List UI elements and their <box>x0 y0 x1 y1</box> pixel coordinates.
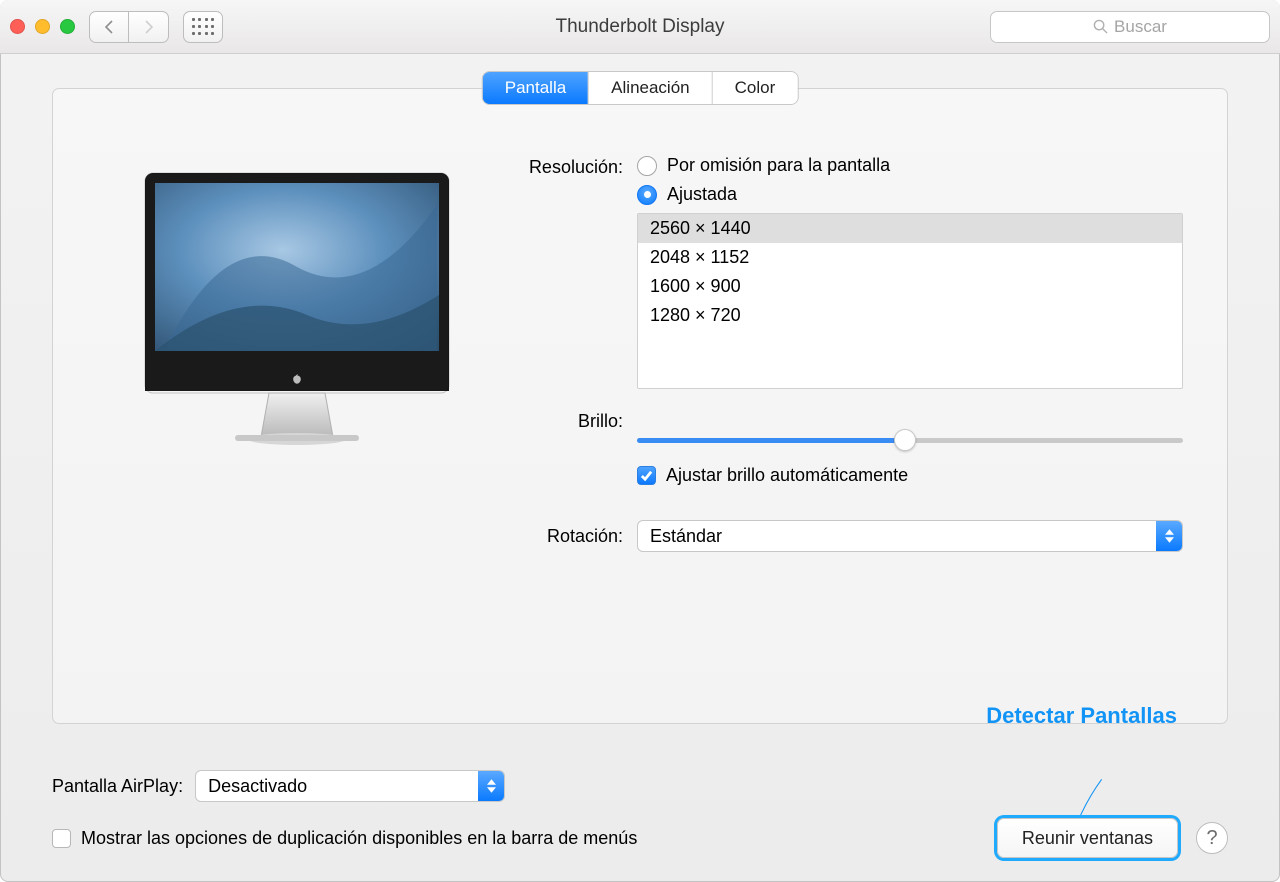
resolution-option[interactable]: 1600 × 900 <box>638 272 1182 301</box>
resolution-list[interactable]: 2560 × 1440 2048 × 1152 1600 × 900 1280 … <box>637 213 1183 389</box>
resolution-option[interactable]: 1280 × 720 <box>638 301 1182 330</box>
titlebar: Thunderbolt Display Buscar <box>0 0 1280 54</box>
panel-content: Resolución: Por omisión para la pantalla… <box>97 155 1183 552</box>
search-placeholder: Buscar <box>1114 17 1167 37</box>
mirroring-checkbox[interactable]: Mostrar las opciones de duplicación disp… <box>52 828 637 849</box>
rotation-label: Rotación: <box>507 526 637 547</box>
annotation-detect-displays: Detectar Pantallas <box>986 703 1177 729</box>
radio-selected-icon <box>637 185 657 205</box>
system-preferences-window: Thunderbolt Display Buscar Pantalla Alin… <box>0 0 1280 882</box>
resolution-default-label: Por omisión para la pantalla <box>667 155 890 176</box>
airplay-label: Pantalla AirPlay: <box>52 776 183 797</box>
minimize-window-button[interactable] <box>35 19 50 34</box>
search-icon <box>1093 19 1108 34</box>
gather-windows-button[interactable]: Reunir ventanas <box>997 818 1178 858</box>
resolution-row: Resolución: Por omisión para la pantalla… <box>507 155 1183 389</box>
airplay-row: Pantalla AirPlay: Desactivado <box>52 770 1228 802</box>
monitor-icon <box>137 165 457 465</box>
radio-unselected-icon <box>637 156 657 176</box>
brightness-slider[interactable] <box>637 429 1183 451</box>
brightness-row: Brillo: Ajustar brillo au <box>507 409 1183 486</box>
rotation-select[interactable]: Estándar <box>637 520 1183 552</box>
checkbox-unchecked-icon <box>52 829 71 848</box>
forward-button[interactable] <box>129 11 169 43</box>
auto-brightness-label: Ajustar brillo automáticamente <box>666 465 908 486</box>
mirroring-label: Mostrar las opciones de duplicación disp… <box>81 828 637 849</box>
chevron-right-icon <box>144 20 154 34</box>
settings-panel: Pantalla Alineación Color <box>52 88 1228 724</box>
grid-icon <box>192 18 214 36</box>
resolution-option[interactable]: 2560 × 1440 <box>638 214 1182 243</box>
tab-alineacion[interactable]: Alineación <box>589 72 712 104</box>
help-button[interactable]: ? <box>1196 822 1228 854</box>
window-controls <box>10 19 75 34</box>
zoom-window-button[interactable] <box>60 19 75 34</box>
resolution-option[interactable]: 2048 × 1152 <box>638 243 1182 272</box>
navigation-buttons <box>89 11 169 43</box>
select-stepper-icon <box>478 771 504 801</box>
select-stepper-icon <box>1156 521 1182 551</box>
auto-brightness-checkbox[interactable]: Ajustar brillo automáticamente <box>637 465 1183 486</box>
display-preview <box>97 155 497 475</box>
resolution-default-radio[interactable]: Por omisión para la pantalla <box>637 155 1183 176</box>
tab-pantalla[interactable]: Pantalla <box>483 72 589 104</box>
resolution-label: Resolución: <box>507 155 637 178</box>
search-field[interactable]: Buscar <box>990 11 1270 43</box>
back-button[interactable] <box>89 11 129 43</box>
slider-thumb-icon[interactable] <box>894 429 916 451</box>
footer-row: Mostrar las opciones de duplicación disp… <box>52 818 1228 858</box>
close-window-button[interactable] <box>10 19 25 34</box>
resolution-scaled-radio[interactable]: Ajustada <box>637 184 1183 205</box>
footer-area: Pantalla AirPlay: Desactivado Mostrar la… <box>52 770 1228 858</box>
chevron-left-icon <box>104 20 114 34</box>
rotation-value: Estándar <box>650 526 722 547</box>
airplay-value: Desactivado <box>208 776 307 797</box>
brightness-label: Brillo: <box>507 409 637 432</box>
tab-bar: Pantalla Alineación Color <box>483 72 798 104</box>
tab-color[interactable]: Color <box>713 72 798 104</box>
rotation-row: Rotación: Estándar <box>507 520 1183 552</box>
show-all-button[interactable] <box>183 11 223 43</box>
resolution-scaled-label: Ajustada <box>667 184 737 205</box>
display-settings: Resolución: Por omisión para la pantalla… <box>497 155 1183 552</box>
airplay-select[interactable]: Desactivado <box>195 770 505 802</box>
checkbox-checked-icon <box>637 466 656 485</box>
